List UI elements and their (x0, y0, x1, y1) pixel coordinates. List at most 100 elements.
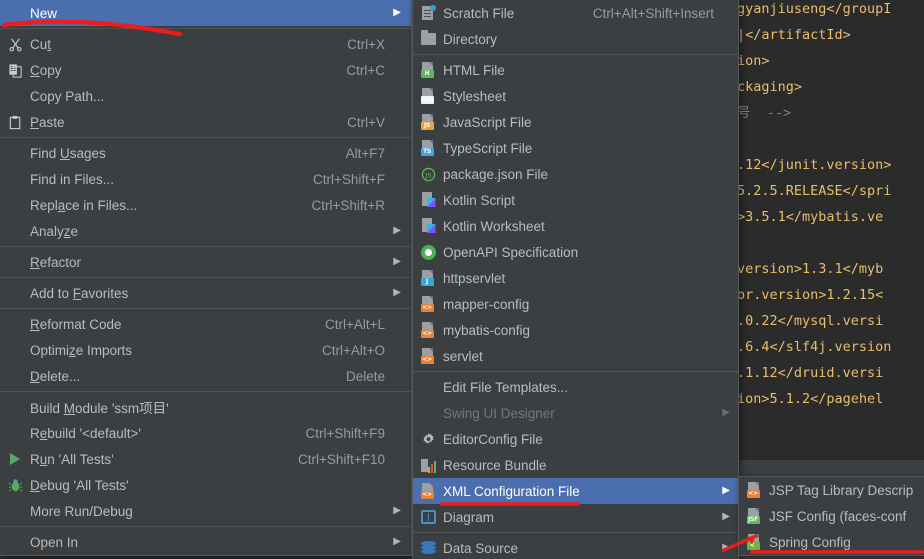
menu-item-data-source[interactable]: Data Source ▶ (413, 535, 738, 559)
no-icon (2, 166, 28, 192)
code-line: 5.2.5.RELEASE</spri (737, 183, 892, 199)
submenu-arrow-icon: ▶ (393, 256, 401, 267)
menu-item-scratch-file[interactable]: Scratch File Ctrl+Alt+Shift+Insert (413, 0, 738, 26)
html-file-icon: H (415, 57, 441, 83)
submenu-arrow-icon: ▶ (393, 225, 401, 236)
java-file-icon: J (415, 265, 441, 291)
menu-separator (0, 137, 411, 138)
menu-item-servlet[interactable]: <> servlet (413, 343, 738, 369)
menu-item-label: Cut (30, 36, 52, 52)
directory-icon (415, 26, 441, 52)
menu-item-find-usages[interactable]: Find Usages Alt+F7 (0, 140, 411, 166)
menu-item-refactor[interactable]: Refactor ▶ (0, 249, 411, 275)
menu-item-shortcut: Ctrl+Shift+R (311, 197, 385, 213)
menu-item-delete[interactable]: Delete... Delete (0, 363, 411, 389)
screen: gyanjiuseng</groupI |</artifactId> ion> cka… (0, 0, 924, 559)
menu-item-build-module-ssm[interactable]: Build Module 'ssm项目' (0, 394, 411, 420)
code-line: >3.5.1</mybatis.ve (737, 209, 884, 225)
menu-item-resource-bundle[interactable]: Resource Bundle (413, 452, 738, 478)
spring-file-icon: < (741, 529, 767, 555)
menu-item-find-in-files[interactable]: Find in Files... Ctrl+Shift+F (0, 166, 411, 192)
menu-item-optimize-imports[interactable]: Optimize Imports Ctrl+Alt+O (0, 337, 411, 363)
code-line: or.version>1.2.15< (737, 287, 884, 303)
menu-item-kotlin-worksheet[interactable]: Kotlin Worksheet (413, 213, 738, 239)
menu-item-javascript-file[interactable]: JS JavaScript File (413, 109, 738, 135)
menu-item-xml-configuration-file[interactable]: <> XML Configuration File ▶ (413, 478, 738, 504)
menu-item-label: Edit File Templates... (443, 379, 569, 395)
data-source-icon (415, 535, 441, 559)
menu-item-openapi-specification[interactable]: OpenAPI Specification (413, 239, 738, 265)
menu-item-copy[interactable]: Copy Ctrl+C (0, 57, 411, 83)
menu-item-stylesheet[interactable]: CSS Stylesheet (413, 83, 738, 109)
resource-bundle-icon (415, 452, 441, 478)
xml-file-icon: <> (741, 477, 767, 503)
menu-item-kotlin-script[interactable]: Kotlin Script (413, 187, 738, 213)
no-icon (2, 311, 28, 337)
menu-item-more-run-debug[interactable]: More Run/Debug ▶ (0, 498, 411, 524)
menu-item-label: XML Configuration File (443, 483, 580, 499)
menu-separator (413, 532, 738, 533)
menu-item-label: Refactor (30, 254, 82, 270)
menu-item-run-all-tests[interactable]: Run 'All Tests' Ctrl+Shift+F10 (0, 446, 411, 472)
menu-item-debug-all-tests[interactable]: Debug 'All Tests' (0, 472, 411, 498)
menu-item-mapper-config[interactable]: <> mapper-config (413, 291, 738, 317)
menu-item-label: Scratch File (443, 5, 515, 21)
context-menu[interactable]: New ▶ Cut Ctrl+X Copy Ctrl+C Copy Path... Paste… (0, 0, 412, 556)
menu-item-new[interactable]: New ▶ (0, 0, 411, 26)
menu-item-open-in[interactable]: Open In ▶ (0, 529, 411, 555)
code-line: version>1.3.1</myb (737, 261, 884, 277)
menu-item-label: Stylesheet (443, 88, 507, 104)
xml-configuration-file-submenu[interactable]: <> JSP Tag Library Descrip JSF JSF Config (… (738, 476, 924, 556)
menu-item-edit-file-templates[interactable]: Edit File Templates... (413, 374, 738, 400)
menu-item-editorconfig-file[interactable]: EditorConfig File (413, 426, 738, 452)
code-line: |</artifactId> (737, 27, 851, 43)
code-line: ckaging> (737, 79, 803, 95)
menu-item-label: Delete... (30, 368, 81, 384)
menu-item-typescript-file[interactable]: TS TypeScript File (413, 135, 738, 161)
code-line: ion>5.1.2</pagehel (737, 391, 884, 407)
menu-item-jsf-config-faces-conf[interactable]: JSF JSF Config (faces-conf (739, 503, 924, 529)
menu-item-label: More Run/Debug (30, 503, 133, 519)
menu-item-package-json-file[interactable]: JS package.json File (413, 161, 738, 187)
menu-item-reformat-code[interactable]: Reformat Code Ctrl+Alt+L (0, 311, 411, 337)
svg-text:JS: JS (424, 171, 431, 179)
xml-file-icon: <> (415, 291, 441, 317)
menu-item-cut[interactable]: Cut Ctrl+X (0, 31, 411, 57)
menu-item-label: Build Module 'ssm项目' (30, 401, 169, 416)
menu-item-diagram[interactable]: Diagram ▶ (413, 504, 738, 530)
menu-item-httpservlet[interactable]: Jhttpservlet (413, 265, 738, 291)
menu-item-label: Paste (30, 114, 65, 130)
menu-item-paste[interactable]: Paste Ctrl+V (0, 109, 411, 135)
menu-item-label: mybatis-config (443, 322, 531, 338)
menu-item-copy-path[interactable]: Copy Path... (0, 83, 411, 109)
menu-item-html-file[interactable]: H HTML File (413, 57, 738, 83)
xml-file-icon: <> (415, 478, 441, 504)
menu-item-analyze[interactable]: Analyze ▶ (0, 218, 411, 244)
menu-item-shortcut: Ctrl+Shift+F10 (297, 451, 385, 467)
menu-item-shortcut: Ctrl+Alt+L (324, 316, 385, 332)
menu-item-spring-config[interactable]: < Spring Config (739, 529, 924, 555)
menu-item-label: TypeScript File (443, 140, 533, 156)
menu-item-rebuild-default[interactable]: Rebuild '<default>' Ctrl+Shift+F9 (0, 420, 411, 446)
no-icon (2, 280, 28, 306)
menu-item-shortcut: Ctrl+Alt+Shift+Insert (592, 5, 714, 21)
menu-item-label: Find Usages (30, 145, 106, 161)
menu-item-label: HTML File (443, 62, 505, 78)
menu-item-label: Rebuild '<default>' (30, 425, 141, 441)
submenu-arrow-icon: ▶ (722, 485, 730, 496)
javascript-file-icon: JS (415, 109, 441, 135)
typescript-file-icon: TS (415, 135, 441, 161)
menu-item-label: Find in Files... (30, 171, 115, 187)
menu-item-directory[interactable]: Directory (413, 26, 738, 52)
no-icon (2, 529, 28, 555)
submenu-arrow-icon: ▶ (393, 505, 401, 516)
menu-item-label: Add to Favorites (30, 285, 129, 301)
menu-item-shortcut: Delete (345, 368, 385, 384)
menu-item-jsp-tag-library-descrip[interactable]: <> JSP Tag Library Descrip (739, 477, 924, 503)
menu-item-label: JSP Tag Library Descrip (769, 482, 914, 498)
menu-item-mybatis-config[interactable]: <> mybatis-config (413, 317, 738, 343)
menu-item-add-to-favorites[interactable]: Add to Favorites ▶ (0, 280, 411, 306)
menu-item-replace-in-files[interactable]: Replace in Files... Ctrl+Shift+R (0, 192, 411, 218)
menu-item-label: Swing UI Designer (443, 405, 555, 421)
new-submenu[interactable]: Scratch File Ctrl+Alt+Shift+Insert Directo… (412, 0, 739, 559)
